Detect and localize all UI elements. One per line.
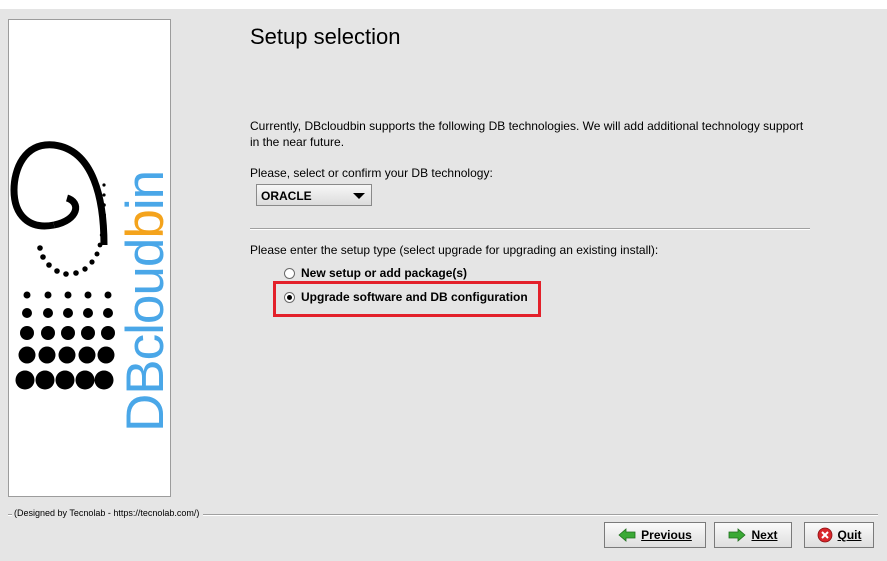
close-circle-icon	[817, 527, 832, 543]
previous-button[interactable]: Previous	[604, 522, 706, 548]
credit-text: (Designed by Tecnolab - https://tecnolab…	[12, 508, 204, 518]
arrow-right-icon	[729, 528, 747, 542]
db-technology-select[interactable]: ORACLE	[256, 184, 372, 206]
logo-text-prefix: DBcloud	[116, 238, 175, 432]
quit-button[interactable]: Quit	[804, 522, 874, 548]
radio-new-setup[interactable]	[284, 267, 295, 279]
arrow-left-icon	[618, 528, 636, 542]
logo-text: DBcloudbin	[116, 170, 175, 432]
section-divider	[250, 228, 810, 230]
window-top-strip	[0, 0, 887, 9]
logo-panel: DBcloudbin	[8, 19, 175, 497]
setup-type-label: Please enter the setup type (select upgr…	[250, 243, 659, 257]
next-button[interactable]: Next	[714, 522, 792, 548]
chevron-down-icon	[353, 193, 365, 199]
logo-text-highlight: b	[116, 210, 175, 239]
option-new-setup-label: New setup or add package(s)	[301, 266, 468, 280]
option-new-setup[interactable]: New setup or add package(s)	[284, 266, 467, 280]
quit-button-label: Quit	[837, 528, 862, 542]
db-technology-value: ORACLE	[261, 189, 312, 203]
highlight-box	[273, 281, 541, 317]
db-technology-label: Please, select or confirm your DB techno…	[250, 166, 493, 180]
previous-button-label: Previous	[641, 528, 692, 542]
next-button-label: Next	[751, 528, 778, 542]
info-text: Currently, DBcloudbin supports the follo…	[250, 119, 804, 149]
page-title: Setup selection	[250, 24, 401, 49]
logo-text-suffix: in	[116, 170, 175, 211]
